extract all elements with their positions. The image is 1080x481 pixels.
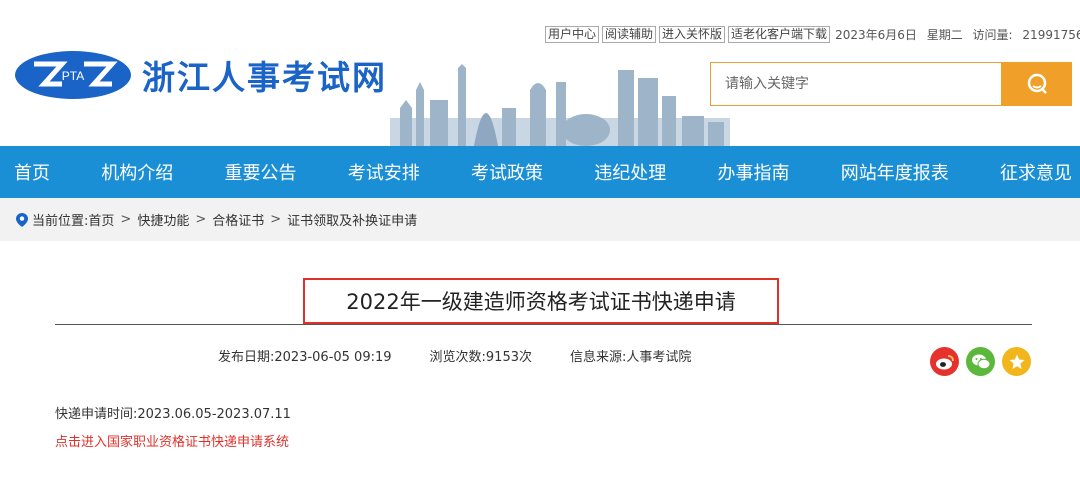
- view-count: 浏览次数:9153次: [429, 350, 532, 365]
- top-utility-bar: 用户中心 阅读辅助 进入关怀版 适老化客户端下载 2023年6月6日 星期二 访…: [545, 26, 1080, 43]
- breadcrumb-home[interactable]: 首页: [88, 210, 114, 229]
- current-date: 2023年6月6日: [835, 28, 917, 42]
- reading-assist-link[interactable]: 阅读辅助: [602, 26, 657, 43]
- article-title: 2022年一级建造师资格考试证书快递申请: [303, 278, 779, 324]
- nav-exam-policy[interactable]: 考试政策: [471, 159, 543, 185]
- breadcrumb-prefix: 当前位置:: [32, 214, 89, 229]
- info-source: 信息来源:人事考试院: [570, 350, 692, 365]
- weibo-share-button[interactable]: [930, 347, 959, 376]
- title-divider: [55, 324, 1032, 325]
- care-version-link[interactable]: 进入关怀版: [659, 26, 726, 43]
- elderly-client-download-link[interactable]: 适老化客户端下载: [728, 26, 831, 43]
- favorite-button[interactable]: [1002, 347, 1031, 376]
- nav-guide[interactable]: 办事指南: [718, 159, 790, 185]
- nav-exam-schedule[interactable]: 考试安排: [348, 159, 420, 185]
- breadcrumb-certificates[interactable]: 合格证书: [212, 210, 264, 229]
- site-name: 浙江人事考试网: [142, 58, 387, 97]
- pta-logo-icon: PTA: [15, 51, 131, 99]
- visits-count: 21991756: [1022, 28, 1080, 42]
- breadcrumb-certificate-application[interactable]: 证书领取及补换证申请: [287, 210, 417, 229]
- search-icon: [1027, 73, 1047, 94]
- breadcrumb-separator: >: [195, 212, 207, 227]
- nav-about[interactable]: 机构介绍: [101, 159, 173, 185]
- current-weekday: 星期二: [926, 28, 963, 42]
- city-skyline-image: [390, 64, 730, 146]
- svg-text:PTA: PTA: [62, 69, 84, 83]
- publish-date: 发布日期:2023-06-05 09:19: [218, 350, 392, 365]
- breadcrumb-separator: >: [270, 212, 282, 227]
- application-system-link[interactable]: 点击进入国家职业资格证书快递申请系统: [55, 431, 289, 450]
- nav-violations[interactable]: 违纪处理: [594, 159, 666, 185]
- favorite-icon: [1009, 354, 1024, 369]
- nav-announcements[interactable]: 重要公告: [225, 159, 297, 185]
- share-buttons: [930, 347, 1031, 376]
- site-info: 2023年6月6日 星期二 访问量: 21991756: [835, 26, 1080, 43]
- user-center-link[interactable]: 用户中心: [545, 26, 600, 43]
- nav-home[interactable]: 首页: [14, 159, 50, 185]
- nav-annual-report[interactable]: 网站年度报表: [841, 159, 949, 185]
- search-button[interactable]: [1001, 62, 1072, 106]
- application-period: 快递申请时间:2023.06.05-2023.07.11: [55, 407, 291, 422]
- breadcrumb: 当前位置: 首页 > 快捷功能 > 合格证书 > 证书领取及补换证申请: [0, 198, 1080, 241]
- visits-label: 访问量:: [972, 28, 1013, 42]
- nav-feedback[interactable]: 征求意见: [1000, 159, 1072, 185]
- wechat-share-button[interactable]: [966, 347, 995, 376]
- main-nav: 首页 机构介绍 重要公告 考试安排 考试政策 违纪处理 办事指南 网站年度报表 …: [0, 146, 1080, 198]
- article-meta: 发布日期:2023-06-05 09:19 浏览次数:9153次 信息来源:人事…: [218, 346, 729, 365]
- breadcrumb-quick-functions[interactable]: 快捷功能: [137, 210, 189, 229]
- location-pin-icon: [16, 212, 28, 227]
- breadcrumb-separator: >: [120, 212, 132, 227]
- wechat-icon: [971, 354, 990, 369]
- search-input[interactable]: [710, 62, 1001, 106]
- search-bar: [710, 62, 1072, 106]
- weibo-icon: [935, 354, 954, 369]
- site-logo[interactable]: PTA 浙江人事考试网: [14, 50, 387, 100]
